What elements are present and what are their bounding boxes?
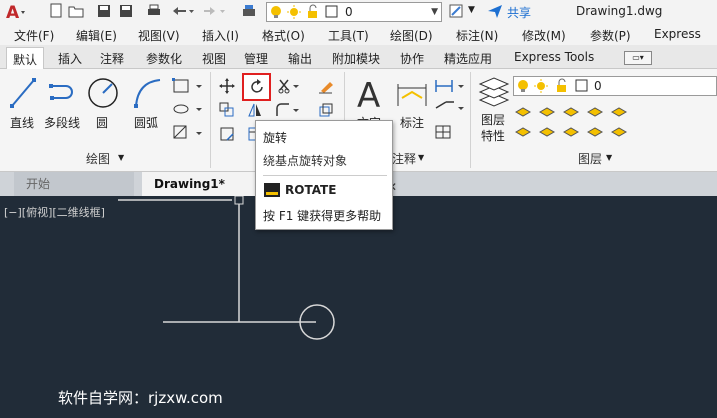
rotate-button[interactable] <box>242 73 271 101</box>
layer-state-icons <box>518 78 588 93</box>
rotate-icon <box>251 79 263 93</box>
layer-properties-label-line1: 图层 <box>481 113 506 127</box>
arc-tool-icon[interactable] <box>132 76 164 110</box>
tab-view[interactable]: 视图 <box>202 50 226 67</box>
svg-text:A: A <box>357 76 380 112</box>
match-properties-icon[interactable] <box>448 3 464 19</box>
tooltip-command: ROTATE <box>285 183 337 197</box>
fillet-icon[interactable] <box>275 102 301 118</box>
layer-properties-label-line2: 特性 <box>481 129 506 143</box>
dimension-tool-icon[interactable] <box>396 80 428 110</box>
chevron-down-icon: ▼ <box>431 7 438 17</box>
mirror-icon[interactable] <box>247 102 263 118</box>
tooltip-divider <box>263 175 387 176</box>
chevron-down-icon[interactable]: ▼ <box>418 153 424 162</box>
tab-parametric[interactable]: 参数化 <box>146 50 182 67</box>
layer-dropdown-value: 0 <box>345 5 353 19</box>
tab-default[interactable]: 默认 <box>6 47 45 71</box>
plot-icon[interactable] <box>241 3 257 19</box>
polyline-tool-label: 多段线 <box>44 116 81 130</box>
move-icon[interactable] <box>219 78 235 94</box>
tooltip-title: 旋转 <box>263 131 288 145</box>
text-tool-icon[interactable]: A <box>355 76 387 112</box>
watermark-text: 软件自学网：rjzxw.com <box>58 389 223 407</box>
layer-control-value: 0 <box>594 79 602 93</box>
tab-output[interactable]: 输出 <box>288 50 312 67</box>
menu-draw[interactable]: 绘图(D) <box>390 27 433 44</box>
chevron-down-icon[interactable]: ▼ <box>606 153 612 162</box>
ribbon-divider <box>210 72 211 168</box>
svg-text:A: A <box>6 3 20 22</box>
tab-annotate[interactable]: 注释 <box>100 50 124 67</box>
tooltip-description: 绕基点旋转对象 <box>263 154 348 168</box>
menu-insert[interactable]: 插入(I) <box>202 27 239 44</box>
document-title: Drawing1.dwg <box>576 4 663 18</box>
share-icon[interactable] <box>487 3 503 19</box>
dimension-tool-label: 标注 <box>400 116 425 130</box>
circle-tool-label: 圆 <box>96 116 109 130</box>
layer-properties-icon[interactable] <box>478 76 510 110</box>
tab-start-label: 开始 <box>26 177 51 191</box>
tab-express-tools[interactable]: Express Tools <box>514 50 594 64</box>
ribbon-divider <box>470 72 471 168</box>
menu-parametric[interactable]: 参数(P) <box>590 27 631 44</box>
new-file-icon[interactable] <box>48 3 64 19</box>
layers-panel-label[interactable]: 图层 <box>578 150 602 167</box>
command-icon <box>264 183 280 197</box>
menu-modify[interactable]: 修改(M) <box>522 27 566 44</box>
layer-tools-icon[interactable] <box>514 102 634 142</box>
ribbon-minimize-button[interactable]: ▭▾ <box>624 51 652 65</box>
menu-dimension[interactable]: 标注(N) <box>456 27 498 44</box>
share-button[interactable]: 共享 <box>507 4 531 21</box>
annotation-small-tools-icon[interactable] <box>434 76 466 142</box>
tab-collaborate[interactable]: 协作 <box>400 50 424 67</box>
line-tool-icon[interactable] <box>8 76 38 110</box>
polyline-tool-icon[interactable] <box>48 82 80 108</box>
annotation-panel-label[interactable]: 注释 <box>392 150 416 167</box>
line-tool-label: 直线 <box>10 116 35 130</box>
title-bar: A 0 ▼ ▼ 共享 Drawing1.dwg <box>0 0 717 24</box>
chevron-down-icon[interactable]: ▼ <box>468 5 475 15</box>
copy-icon[interactable] <box>219 102 235 118</box>
menu-express[interactable]: Express <box>654 27 701 41</box>
trim-icon[interactable] <box>278 78 300 94</box>
tab-drawing1-label: Drawing1* <box>154 177 225 191</box>
chevron-down-icon[interactable]: ▼ <box>118 153 124 162</box>
menu-format[interactable]: 格式(O) <box>262 27 305 44</box>
menu-file[interactable]: 文件(F) <box>14 27 54 44</box>
draw-panel-label[interactable]: 绘图 <box>86 150 110 167</box>
layer-dropdown[interactable]: 0 ▼ <box>266 2 442 22</box>
menu-edit[interactable]: 编辑(E) <box>76 27 117 44</box>
tab-insert[interactable]: 插入 <box>58 50 82 67</box>
layer-state-icons <box>271 4 338 19</box>
save-as-icon[interactable] <box>118 3 134 19</box>
rotate-tooltip: 旋转 绕基点旋转对象 ROTATE 按 F1 键获得更多帮助 <box>255 120 393 230</box>
undo-icon[interactable] <box>170 3 196 19</box>
print-icon[interactable] <box>146 3 162 19</box>
tooltip-help: 按 F1 键获得更多帮助 <box>263 209 382 223</box>
arc-tool-label: 圆弧 <box>134 116 159 130</box>
draw-small-tools-icon[interactable] <box>172 78 206 142</box>
menu-view[interactable]: 视图(V) <box>138 27 180 44</box>
tab-addins[interactable]: 附加模块 <box>332 50 380 67</box>
stretch-icon[interactable] <box>219 126 235 142</box>
tab-featured-apps[interactable]: 精选应用 <box>444 50 492 67</box>
save-icon[interactable] <box>96 3 112 19</box>
tab-drawing1[interactable]: Drawing1* ✕ <box>142 172 397 196</box>
tab-start[interactable]: 开始 <box>14 172 134 196</box>
ribbon-tab-bar: 默认 插入 注释 参数化 视图 管理 输出 附加模块 协作 精选应用 Expre… <box>0 45 717 71</box>
explode-icon[interactable] <box>318 102 334 118</box>
menu-bar: 文件(F) 编辑(E) 视图(V) 插入(I) 格式(O) 工具(T) 绘图(D… <box>0 24 717 45</box>
menu-tools[interactable]: 工具(T) <box>328 27 369 44</box>
layer-control-dropdown[interactable]: 0 <box>513 76 717 96</box>
autocad-logo-icon[interactable]: A <box>4 2 26 22</box>
tab-manage[interactable]: 管理 <box>244 50 268 67</box>
redo-icon[interactable] <box>202 3 228 19</box>
circle-tool-icon[interactable] <box>86 76 120 110</box>
erase-icon[interactable] <box>318 78 334 94</box>
open-folder-icon[interactable] <box>68 3 84 19</box>
